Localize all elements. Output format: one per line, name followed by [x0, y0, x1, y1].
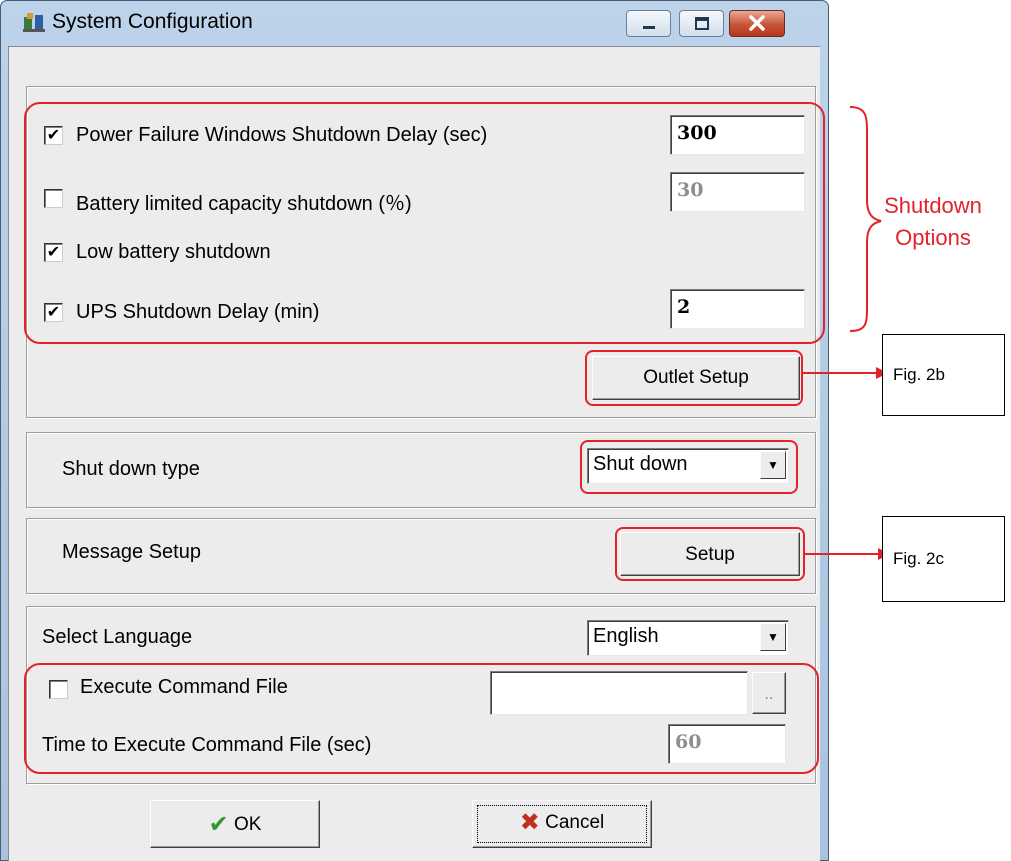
- close-icon: [749, 15, 765, 31]
- maximize-icon: [695, 17, 709, 30]
- cancel-label: Cancel: [545, 812, 605, 833]
- language-select[interactable]: English ▼: [587, 620, 789, 656]
- message-setup-label: Message Setup: [62, 541, 201, 563]
- window-title: System Configuration: [52, 10, 253, 33]
- language-value: English: [593, 625, 659, 647]
- chevron-down-icon[interactable]: ▼: [760, 623, 786, 651]
- command-file-highlight: [24, 663, 819, 774]
- shutdown-type-highlight: [580, 440, 798, 494]
- shutdown-options-highlight: [24, 102, 825, 344]
- check-icon: ✔: [208, 811, 229, 838]
- fig-2c-box: Fig. 2c: [882, 516, 1005, 602]
- title-bar[interactable]: System Configuration: [0, 0, 829, 44]
- message-setup-highlight: [615, 527, 805, 581]
- shutdown-options-annotation: Shutdown Options: [868, 190, 998, 254]
- shutdown-type-label: Shut down type: [62, 458, 200, 480]
- cross-icon: ✖: [519, 809, 540, 836]
- arrow-to-fig-2b: [802, 367, 888, 379]
- minimize-button[interactable]: [626, 10, 671, 37]
- annotation-line-2: Options: [895, 225, 971, 250]
- app-icon: [23, 13, 45, 32]
- arrow-to-fig-2c: [804, 548, 890, 560]
- minimize-icon: [643, 26, 655, 29]
- outlet-setup-highlight: [585, 350, 803, 406]
- ok-button[interactable]: ✔ OK: [150, 800, 320, 848]
- annotation-line-1: Shutdown: [884, 193, 982, 218]
- close-button[interactable]: [729, 10, 785, 37]
- cancel-button[interactable]: ✖ Cancel: [472, 800, 652, 848]
- ok-label: OK: [233, 814, 262, 835]
- select-language-label: Select Language: [42, 626, 193, 648]
- maximize-button[interactable]: [679, 10, 724, 37]
- fig-2b-box: Fig. 2b: [882, 334, 1005, 416]
